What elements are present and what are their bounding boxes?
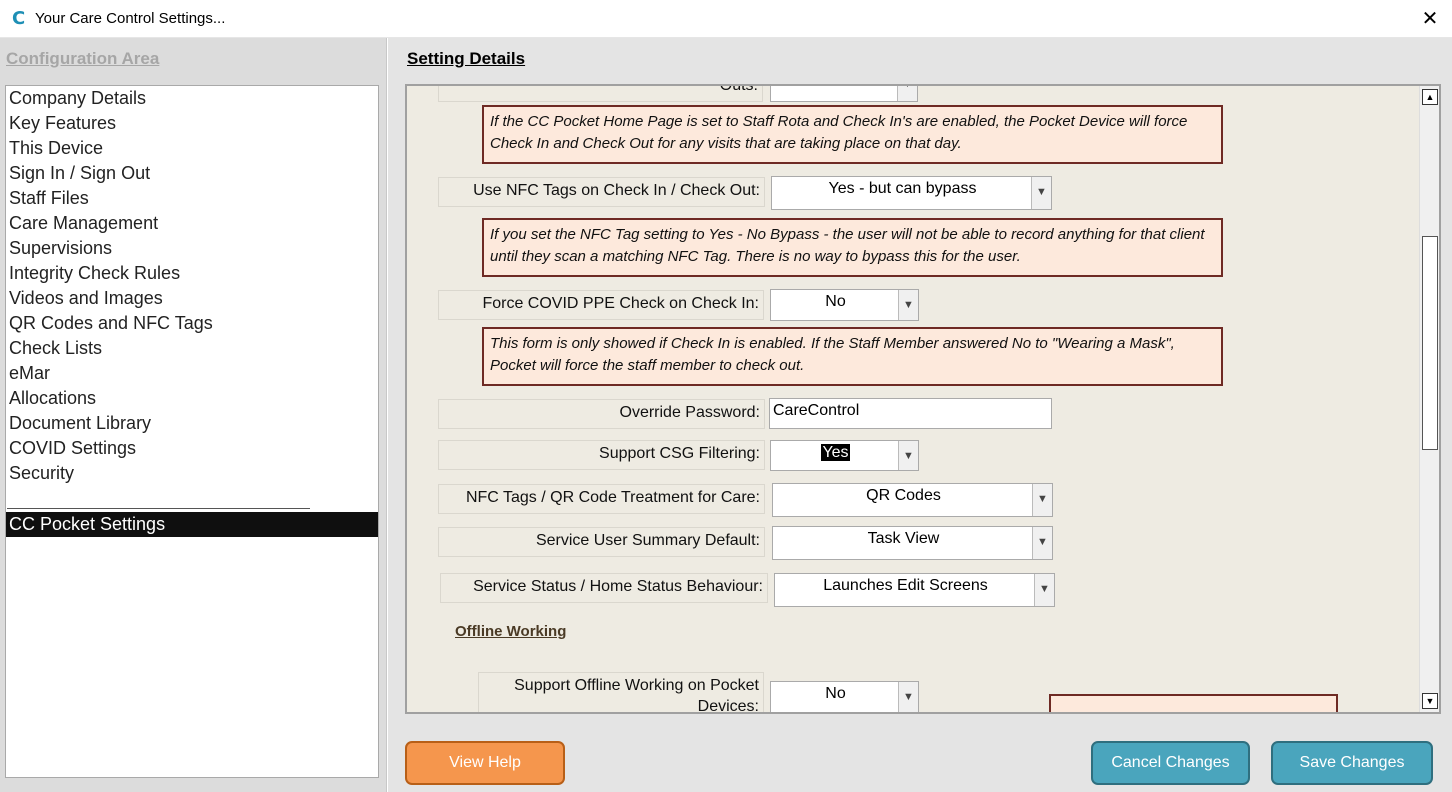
summary-default-label: Service User Summary Default: (438, 527, 765, 557)
csg-filtering-value-cell: Yes (771, 441, 900, 470)
override-password-label: Override Password: (438, 399, 765, 429)
offline-working-select[interactable]: No ▼ (770, 681, 919, 712)
csg-filtering-label: Support CSG Filtering: (438, 440, 765, 470)
csg-filtering-value: Yes (821, 444, 850, 461)
scroll-down-icon[interactable]: ▼ (1422, 693, 1438, 709)
config-item-qr-codes-and-nfc-tags[interactable]: QR Codes and NFC Tags (9, 311, 213, 336)
config-item-covid-settings[interactable]: COVID Settings (9, 436, 136, 461)
config-item-key-features[interactable]: Key Features (9, 111, 116, 136)
offline-working-section-title: Offline Working (455, 623, 567, 640)
offline-working-value: No (825, 685, 846, 702)
staff-rota-check-in-note: If the CC Pocket Home Page is set to Sta… (482, 105, 1223, 164)
scrollbar-thumb[interactable] (1422, 236, 1438, 450)
covid-ppe-label: Force COVID PPE Check on Check In: (438, 290, 764, 320)
configuration-list[interactable]: Company Details Key Features This Device… (5, 85, 379, 778)
nfc-checkin-select[interactable]: Yes - but can bypass ▼ (771, 176, 1052, 210)
summary-default-value: Task View (867, 530, 940, 547)
nfc-tag-note: If you set the NFC Tag setting to Yes - … (482, 218, 1223, 277)
care-control-logo-icon: C (12, 8, 26, 29)
configuration-area-header: Configuration Area (6, 49, 160, 68)
config-item-staff-files[interactable]: Staff Files (9, 186, 89, 211)
summary-default-select[interactable]: Task View ▼ (772, 526, 1053, 560)
config-item-allocations[interactable]: Allocations (9, 386, 96, 411)
partial-setting-label-text: Outs: (719, 84, 758, 94)
list-divider (7, 508, 310, 509)
nfc-checkin-label: Use NFC Tags on Check In / Check Out: (438, 177, 765, 207)
save-changes-button[interactable]: Save Changes (1271, 741, 1433, 785)
config-item-sign-in-sign-out[interactable]: Sign In / Sign Out (9, 161, 150, 186)
covid-ppe-value: No (825, 293, 846, 310)
override-password-input[interactable]: CareControl (769, 398, 1052, 429)
close-icon[interactable]: ✕ (1418, 6, 1442, 30)
setting-details-header: Setting Details (407, 49, 526, 68)
config-item-this-device[interactable]: This Device (9, 136, 103, 161)
scroll-up-icon[interactable]: ▲ (1422, 89, 1438, 105)
chevron-down-icon[interactable]: ▼ (1031, 177, 1051, 209)
vertical-scrollbar[interactable]: ▲ ▼ (1419, 86, 1439, 712)
chevron-down-icon[interactable]: ▼ (898, 290, 918, 320)
config-item-supervisions[interactable]: Supervisions (9, 236, 112, 261)
chevron-down-icon[interactable]: ▼ (897, 86, 917, 101)
config-item-videos-and-images[interactable]: Videos and Images (9, 286, 163, 311)
config-item-security[interactable]: Security (9, 461, 74, 486)
covid-mask-note: This form is only showed if Check In is … (482, 327, 1223, 386)
partial-setting-combo[interactable]: ▼ (770, 86, 918, 102)
status-behaviour-label: Service Status / Home Status Behaviour: (440, 573, 768, 603)
chevron-down-icon[interactable]: ▼ (898, 682, 918, 712)
config-item-integrity-check-rules[interactable]: Integrity Check Rules (9, 261, 180, 286)
window-title: Your Care Control Settings... (35, 10, 226, 27)
settings-scroll-area[interactable]: Outs: ▼ If the CC Pocket Home Page is se… (405, 84, 1441, 714)
config-item-emar[interactable]: eMar (9, 361, 50, 386)
chevron-down-icon[interactable]: ▼ (1032, 484, 1052, 516)
chevron-down-icon[interactable]: ▼ (898, 441, 918, 470)
offline-working-note (1049, 694, 1338, 712)
config-item-check-lists[interactable]: Check Lists (9, 336, 102, 361)
config-item-document-library[interactable]: Document Library (9, 411, 151, 436)
nfc-qr-treatment-label: NFC Tags / QR Code Treatment for Care: (438, 484, 765, 514)
config-item-care-management[interactable]: Care Management (9, 211, 158, 236)
status-behaviour-value: Launches Edit Screens (823, 577, 988, 594)
offline-working-label: Support Offline Working on Pocket Device… (478, 672, 764, 712)
configuration-panel: Configuration Area Company Details Key F… (0, 38, 387, 792)
config-item-company-details[interactable]: Company Details (9, 86, 146, 111)
nfc-qr-treatment-select[interactable]: QR Codes ▼ (772, 483, 1053, 517)
setting-details-panel: Setting Details Outs: ▼ If the CC Pocket… (388, 38, 1452, 792)
title-bar: C Your Care Control Settings... ✕ (0, 0, 1452, 38)
view-help-button[interactable]: View Help (405, 741, 565, 785)
nfc-checkin-value: Yes - but can bypass (828, 180, 977, 197)
cancel-changes-button[interactable]: Cancel Changes (1091, 741, 1250, 785)
partial-setting-label: Outs: (438, 84, 763, 102)
chevron-down-icon[interactable]: ▼ (1034, 574, 1054, 606)
config-item-cc-pocket-settings[interactable]: CC Pocket Settings (6, 512, 378, 537)
nfc-qr-treatment-value: QR Codes (866, 487, 941, 504)
status-behaviour-select[interactable]: Launches Edit Screens ▼ (774, 573, 1055, 607)
covid-ppe-select[interactable]: No ▼ (770, 289, 919, 321)
csg-filtering-select[interactable]: Yes ▼ (770, 440, 919, 471)
chevron-down-icon[interactable]: ▼ (1032, 527, 1052, 559)
